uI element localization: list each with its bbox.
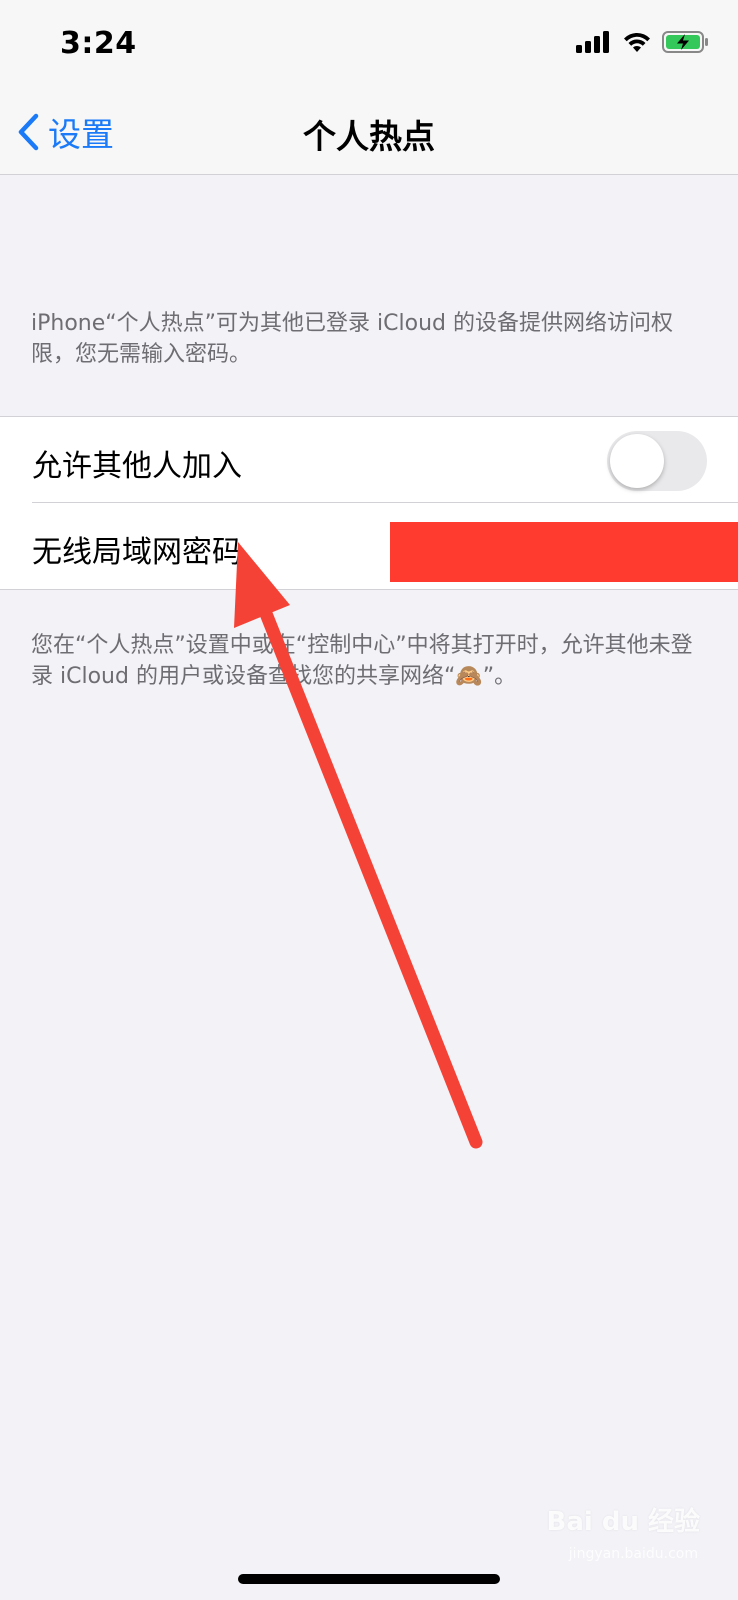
page-title: 个人热点 — [303, 117, 435, 156]
cellular-signal-icon — [576, 31, 609, 53]
home-indicator[interactable] — [238, 1574, 500, 1584]
wifi-icon — [624, 32, 650, 52]
watermark-url: jingyan.baidu.com — [568, 1546, 698, 1562]
annotation-arrow — [234, 542, 483, 1149]
wifi-password-label: 无线局域网密码 — [32, 535, 242, 570]
toggle-knob — [610, 434, 664, 488]
status-icons — [576, 30, 710, 54]
allow-others-row[interactable]: 允许其他人加入 — [0, 417, 738, 503]
allow-others-toggle[interactable] — [607, 431, 707, 491]
battery-charging-icon — [662, 31, 708, 53]
watermark-logo: Bai du 经验 — [546, 1507, 701, 1537]
hotspot-description: iPhone“个人热点”可为其他已登录 iCloud 的设备提供网络访问权限，您… — [31, 311, 673, 367]
password-redaction-block — [390, 522, 738, 582]
status-time: 3:24 — [60, 26, 137, 61]
status-bar: 3:24 — [0, 0, 738, 90]
allow-others-label: 允许其他人加入 — [32, 449, 242, 484]
navigation-bar: 设置 个人热点 — [0, 90, 738, 175]
discovery-description: 您在“个人热点”设置中或在“控制中心”中将其打开时，允许其他未登录 iCloud… — [31, 633, 693, 689]
